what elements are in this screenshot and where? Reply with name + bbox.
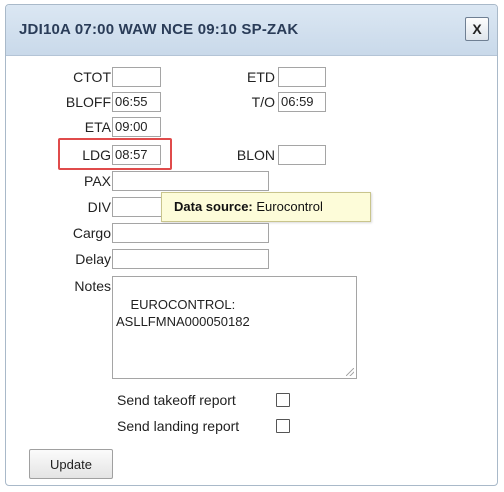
div-label: DIV bbox=[87, 199, 111, 215]
bloff-label: BLOFF bbox=[65, 94, 111, 110]
close-button[interactable]: X bbox=[465, 17, 489, 41]
cargo-input[interactable] bbox=[112, 223, 269, 243]
etd-input[interactable] bbox=[278, 67, 326, 87]
pax-label: PAX bbox=[84, 173, 111, 189]
send-landing-label: Send landing report bbox=[117, 418, 240, 434]
bloff-input[interactable]: 06:55 bbox=[112, 92, 161, 112]
notes-label: Notes bbox=[74, 278, 111, 294]
ctot-label: CTOT bbox=[73, 69, 111, 85]
ldg-label: LDG bbox=[82, 147, 111, 163]
eta-input[interactable]: 09:00 bbox=[112, 117, 161, 137]
etd-label: ETD bbox=[247, 69, 275, 85]
send-takeoff-label: Send takeoff report bbox=[117, 392, 236, 408]
pax-input[interactable] bbox=[112, 171, 269, 191]
dialog-titlebar[interactable]: JDI10A 07:00 WAW NCE 09:10 SP-ZAK X bbox=[6, 5, 497, 56]
delay-label: Delay bbox=[75, 251, 111, 267]
resize-grip-icon[interactable] bbox=[346, 368, 354, 376]
tooltip-value: Eurocontrol bbox=[256, 199, 323, 214]
flight-edit-dialog: JDI10A 07:00 WAW NCE 09:10 SP-ZAK X CTOT… bbox=[5, 4, 498, 486]
ctot-input[interactable] bbox=[112, 67, 161, 87]
notes-text: EUROCONTROL: ASLLFMNA000050182 bbox=[116, 297, 250, 329]
ldg-input[interactable]: 08:57 bbox=[112, 145, 161, 165]
send-takeoff-checkbox[interactable] bbox=[276, 393, 290, 407]
send-landing-checkbox[interactable] bbox=[276, 419, 290, 433]
update-button[interactable]: Update bbox=[29, 449, 113, 479]
delay-input[interactable] bbox=[112, 249, 269, 269]
eta-label: ETA bbox=[84, 119, 111, 135]
cargo-label: Cargo bbox=[72, 225, 111, 241]
to-label: T/O bbox=[251, 94, 275, 110]
blon-input[interactable] bbox=[278, 145, 326, 165]
notes-textarea[interactable]: EUROCONTROL: ASLLFMNA000050182 bbox=[112, 276, 357, 379]
to-input[interactable]: 06:59 bbox=[278, 92, 326, 112]
dialog-title: JDI10A 07:00 WAW NCE 09:10 SP-ZAK bbox=[19, 21, 299, 38]
data-source-tooltip: Data source: Eurocontrol bbox=[161, 192, 371, 222]
tooltip-key: Data source: bbox=[174, 199, 253, 214]
blon-label: BLON bbox=[236, 147, 275, 163]
